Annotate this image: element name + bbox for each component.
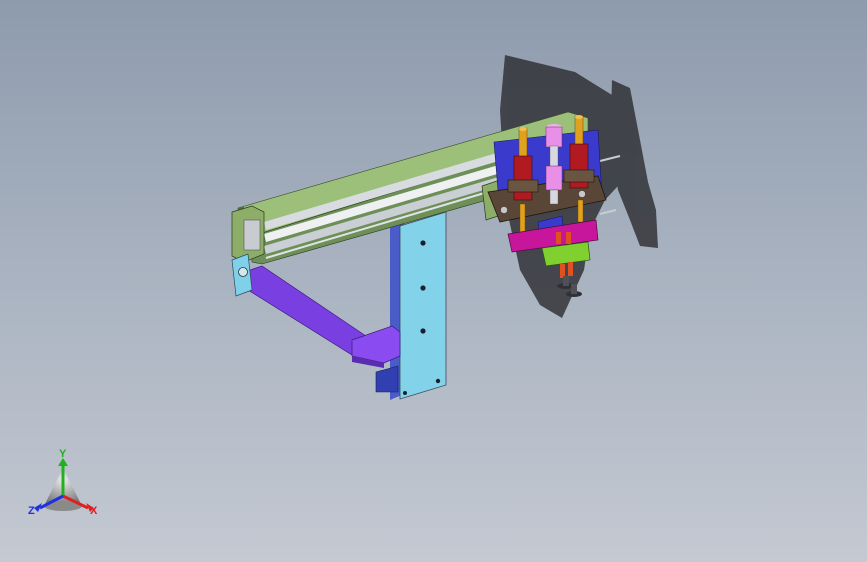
z-axis-label: Z	[28, 505, 35, 517]
x-axis-label: X	[90, 505, 98, 517]
y-axis-label: Y	[59, 448, 67, 460]
reference-triad[interactable]: Y X Z	[22, 446, 108, 526]
cad-model[interactable]	[0, 0, 867, 562]
vertical-support-column[interactable]	[390, 211, 447, 400]
diagonal-brace[interactable]	[243, 265, 401, 368]
foot-block[interactable]	[375, 365, 399, 393]
graphics-viewport[interactable]: Y X Z	[0, 0, 867, 562]
